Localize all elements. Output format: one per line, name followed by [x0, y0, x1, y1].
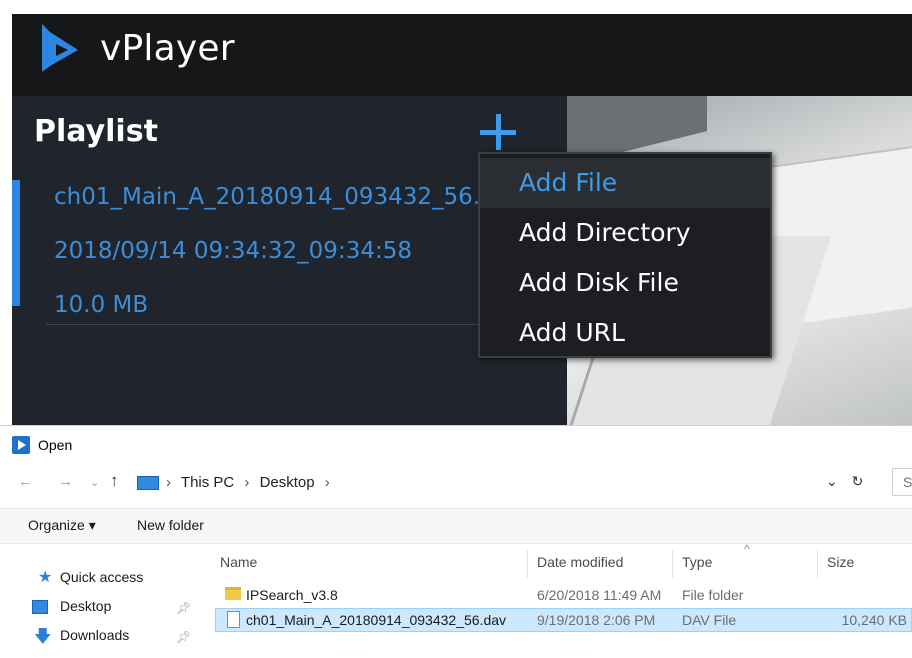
breadcrumb-separator: ›: [244, 474, 250, 491]
menu-item-add-url[interactable]: Add URL: [480, 308, 770, 358]
breadcrumb-separator: ›: [166, 474, 171, 491]
up-arrow-icon[interactable]: ↑: [110, 471, 119, 491]
this-pc-icon: [137, 476, 159, 490]
open-dialog: Open ← → ⌄ ↑ › This PC › Desktop › ⌄ ↻ S…: [0, 425, 912, 658]
menu-item-add-disk-file[interactable]: Add Disk File: [480, 258, 770, 308]
address-dropdown-icon[interactable]: ⌄: [826, 473, 838, 489]
menu-item-add-directory[interactable]: Add Directory: [480, 208, 770, 258]
playlist-item-name: ch01_Main_A_20180914_093432_56.: [54, 184, 481, 210]
breadcrumb[interactable]: › This PC › Desktop ›: [166, 474, 336, 491]
column-separator[interactable]: [817, 550, 818, 578]
navigation-pane: ★ Quick access Desktop 📌︎ 🡇 Downloads 📌︎: [0, 544, 200, 658]
breadcrumb-separator: ›: [324, 474, 330, 491]
file-type: File folder: [682, 587, 744, 603]
playlist-title: Playlist: [34, 114, 158, 149]
file-date: 9/19/2018 2:06 PM: [537, 612, 656, 628]
vplayer-window: vPlayer Playlist ch01_Main_A_20180914_09…: [0, 0, 912, 425]
vplayer-logo-icon: [42, 24, 78, 72]
back-arrow-icon[interactable]: ←: [18, 473, 33, 490]
nav-label: Desktop: [60, 598, 112, 614]
download-arrow-icon: 🡇: [34, 627, 52, 646]
menu-item-add-file[interactable]: Add File: [480, 158, 770, 208]
nav-label: Quick access: [60, 569, 144, 585]
organize-button[interactable]: Organize ▾: [28, 517, 96, 534]
file-type: DAV File: [682, 612, 737, 628]
file-row[interactable]: IPSearch_v3.8 6/20/2018 11:49 AM File fo…: [215, 584, 912, 608]
file-size: 10,240 KB: [841, 612, 907, 628]
folder-icon: [225, 587, 241, 600]
star-icon: ★: [38, 569, 53, 586]
dialog-title: Open: [38, 437, 73, 453]
address-controls: ⌄ ↻: [826, 473, 873, 490]
search-input[interactable]: Se: [892, 468, 912, 496]
column-size[interactable]: Size: [827, 554, 854, 570]
file-icon: [227, 611, 240, 628]
playlist-item-time: 2018/09/14 09:34:32_09:34:58: [54, 238, 412, 264]
column-type[interactable]: Type: [682, 554, 712, 570]
dialog-toolbar: Organize ▾ New folder: [0, 508, 912, 544]
playlist-item-size: 10.0 MB: [54, 292, 149, 318]
breadcrumb-desktop[interactable]: Desktop: [260, 474, 315, 491]
desktop-icon: [32, 600, 48, 614]
file-name: ch01_Main_A_20180914_093432_56.dav: [246, 612, 507, 628]
column-name[interactable]: Name: [220, 554, 257, 570]
new-folder-button[interactable]: New folder: [137, 517, 204, 533]
pin-icon[interactable]: 📌︎: [176, 630, 191, 644]
add-plus-button[interactable]: [478, 112, 518, 152]
column-date-modified[interactable]: Date modified: [537, 554, 623, 570]
add-menu: Add File Add Directory Add Disk File Add…: [478, 152, 772, 358]
refresh-icon[interactable]: ↻: [852, 473, 864, 489]
recent-dropdown-icon[interactable]: ⌄: [90, 476, 99, 489]
file-list-header: Name Date modified Type Size: [212, 550, 912, 580]
forward-arrow-icon[interactable]: →: [58, 473, 73, 490]
playlist-item-selection-bar: [12, 180, 20, 306]
nav-label: Downloads: [60, 627, 130, 643]
breadcrumb-this-pc[interactable]: This PC: [181, 474, 234, 491]
file-row-selected[interactable]: ch01_Main_A_20180914_093432_56.dav 9/19/…: [215, 608, 912, 632]
column-separator[interactable]: [672, 550, 673, 578]
file-date: 6/20/2018 11:49 AM: [537, 587, 662, 603]
playlist-item[interactable]: ch01_Main_A_20180914_093432_56. 2018/09/…: [54, 184, 484, 346]
pin-icon[interactable]: 📌︎: [176, 601, 191, 615]
dialog-app-icon: [12, 436, 30, 454]
app-title: vPlayer: [100, 28, 235, 69]
file-name: IPSearch_v3.8: [246, 587, 338, 603]
playlist-divider: [46, 324, 500, 325]
column-separator[interactable]: [527, 550, 528, 578]
